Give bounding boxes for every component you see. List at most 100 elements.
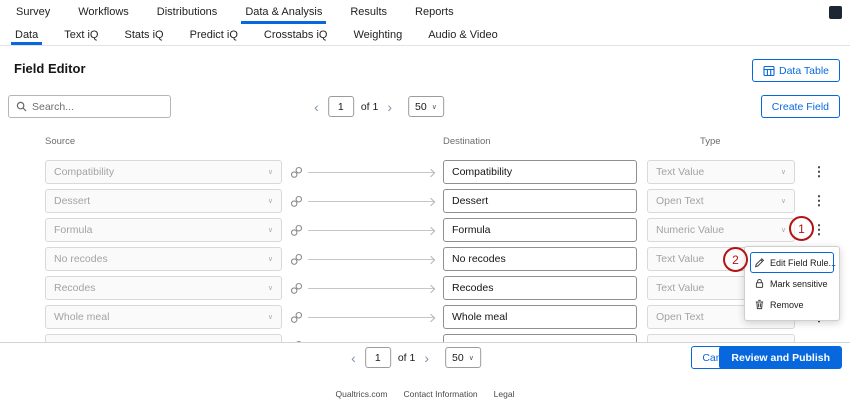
destination-value: Formula xyxy=(452,224,491,236)
destination-value: Recodes xyxy=(452,282,493,294)
kebab-menu-button[interactable]: ⋮ xyxy=(810,190,828,212)
table-row: Formula ∨ Formula Numeric Value ∨ ⋮ xyxy=(0,216,850,245)
next-page-icon[interactable]: › xyxy=(422,351,431,365)
source-value: Whole meal xyxy=(54,311,109,323)
trash-icon xyxy=(754,299,765,310)
review-and-publish-label: Review and Publish xyxy=(731,352,830,364)
global-apps-icon[interactable] xyxy=(829,6,842,19)
type-select[interactable]: Open Text ∨ xyxy=(647,189,795,213)
arrow-connector xyxy=(308,288,434,289)
search-icon xyxy=(16,101,27,112)
annotation-step-2: 2 xyxy=(723,247,748,272)
destination-input[interactable]: Dessert xyxy=(443,189,637,213)
chevron-down-icon: ∨ xyxy=(262,284,273,292)
subtab-data[interactable]: Data xyxy=(2,24,51,45)
tab-workflows[interactable]: Workflows xyxy=(64,0,143,24)
page-number-input[interactable]: 1 xyxy=(365,347,391,368)
subtab-stats-iq[interactable]: Stats iQ xyxy=(111,24,176,45)
data-table-button[interactable]: Data Table xyxy=(752,59,840,82)
chevron-down-icon: ∨ xyxy=(775,226,786,234)
next-page-icon[interactable]: › xyxy=(385,100,394,114)
destination-input[interactable]: Recodes xyxy=(443,276,637,300)
page-size-select[interactable]: 50 ∨ xyxy=(445,347,481,368)
chevron-down-icon: ∨ xyxy=(775,168,786,176)
mark-sensitive-label: Mark sensitive xyxy=(770,279,828,289)
data-table-label: Data Table xyxy=(779,65,829,77)
footer-link-contact[interactable]: Contact Information xyxy=(403,389,477,399)
footer-link-legal[interactable]: Legal xyxy=(494,389,515,399)
destination-value: Compatibility xyxy=(452,166,512,178)
pagination-bottom: ‹ 1 of 1 › 50 ∨ xyxy=(349,346,481,369)
top-navigation: Survey Workflows Distributions Data & An… xyxy=(0,0,850,24)
source-select[interactable]: Compatibility ∨ xyxy=(45,160,282,184)
arrow-connector xyxy=(308,201,434,202)
table-icon xyxy=(763,65,774,76)
table-row: Compatibility ∨ Compatibility Text Value… xyxy=(0,158,850,187)
search-box[interactable] xyxy=(8,95,171,118)
link-icon xyxy=(290,166,303,179)
arrow-connector xyxy=(308,230,434,231)
destination-input[interactable]: Formula xyxy=(443,218,637,242)
destination-input[interactable]: No recodes xyxy=(443,247,637,271)
page-of-label: of 1 xyxy=(361,101,379,113)
arrow-connector xyxy=(308,259,434,260)
arrow-connector xyxy=(308,172,434,173)
chevron-down-icon: ∨ xyxy=(775,197,786,205)
destination-input[interactable]: Whole meal xyxy=(443,305,637,329)
review-and-publish-button[interactable]: Review and Publish xyxy=(719,346,842,369)
page-size-select[interactable]: 50 ∨ xyxy=(408,96,444,117)
remove-item[interactable]: Remove xyxy=(750,294,834,315)
prev-page-icon[interactable]: ‹ xyxy=(312,100,321,114)
type-value: Open Text xyxy=(656,311,704,323)
chevron-down-icon: ∨ xyxy=(432,103,437,111)
page-of-label: of 1 xyxy=(398,352,416,364)
mark-sensitive-item[interactable]: Mark sensitive xyxy=(750,273,834,294)
tab-data-analysis[interactable]: Data & Analysis xyxy=(231,0,336,24)
type-value: Text Value xyxy=(656,166,704,178)
page-number-input[interactable]: 1 xyxy=(328,96,354,117)
source-value: Recodes xyxy=(54,282,95,294)
search-input[interactable] xyxy=(32,101,167,113)
footer-link-qualtrics[interactable]: Qualtrics.com xyxy=(336,389,388,399)
page-title: Field Editor xyxy=(14,61,86,76)
source-select[interactable]: Formula ∨ xyxy=(45,218,282,242)
type-select[interactable]: Text Value ∨ xyxy=(647,160,795,184)
tab-survey[interactable]: Survey xyxy=(2,0,64,24)
destination-input[interactable]: Compatibility xyxy=(443,160,637,184)
subtab-audio-video[interactable]: Audio & Video xyxy=(415,24,511,45)
destination-value: No recodes xyxy=(452,253,506,265)
source-value: No recodes xyxy=(54,253,108,265)
table-row: Dessert ∨ Dessert Open Text ∨ ⋮ xyxy=(0,187,850,216)
tab-distributions[interactable]: Distributions xyxy=(143,0,232,24)
kebab-menu-button[interactable]: ⋮ xyxy=(810,161,828,183)
edit-field-rule-item[interactable]: Edit Field Rule... xyxy=(750,252,834,273)
tab-results[interactable]: Results xyxy=(336,0,401,24)
chevron-down-icon: ∨ xyxy=(262,313,273,321)
source-select[interactable]: Whole meal ∨ xyxy=(45,305,282,329)
table-row: Whole meal ∨ Whole meal Open Text ∨ ⋮ xyxy=(0,303,850,332)
type-value: Numeric Value xyxy=(656,224,724,236)
type-select[interactable]: Numeric Value ∨ xyxy=(647,218,795,242)
create-field-button[interactable]: Create Field xyxy=(761,95,840,118)
tab-reports[interactable]: Reports xyxy=(401,0,468,24)
edit-field-rule-label: Edit Field Rule... xyxy=(770,258,836,268)
row-context-menu: Edit Field Rule... Mark sensitive Remove xyxy=(744,246,840,321)
chevron-down-icon: ∨ xyxy=(469,354,474,362)
subtab-weighting[interactable]: Weighting xyxy=(340,24,415,45)
source-select[interactable]: Recodes ∨ xyxy=(45,276,282,300)
chevron-down-icon: ∨ xyxy=(262,197,273,205)
pencil-icon xyxy=(754,257,765,268)
subtab-crosstabs-iq[interactable]: Crosstabs iQ xyxy=(251,24,341,45)
prev-page-icon[interactable]: ‹ xyxy=(349,351,358,365)
subtab-predict-iq[interactable]: Predict iQ xyxy=(177,24,251,45)
source-select[interactable]: No recodes ∨ xyxy=(45,247,282,271)
chevron-down-icon: ∨ xyxy=(262,255,273,263)
column-header-destination: Destination xyxy=(443,136,491,147)
page-size-value: 50 xyxy=(452,352,464,364)
create-field-label: Create Field xyxy=(772,101,829,113)
arrow-connector xyxy=(308,317,434,318)
source-select[interactable]: Dessert ∨ xyxy=(45,189,282,213)
subtab-text-iq[interactable]: Text iQ xyxy=(51,24,111,45)
lock-icon xyxy=(754,278,765,289)
chevron-down-icon: ∨ xyxy=(262,168,273,176)
